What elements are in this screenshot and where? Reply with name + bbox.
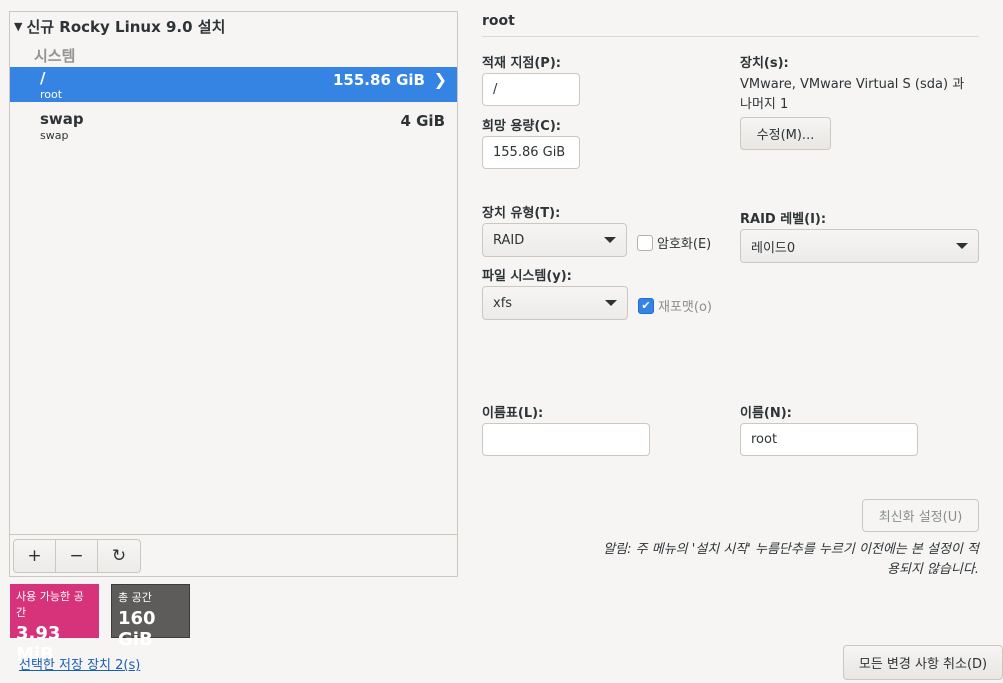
capacity-input[interactable]: 155.86 GiB — [482, 136, 580, 169]
modify-button[interactable]: 수정(M)... — [740, 117, 831, 150]
installation-tree-header[interactable]: ▼ 신규 Rocky Linux 9.0 설치 — [14, 16, 225, 37]
filesystem-select[interactable]: xfs — [482, 286, 628, 320]
reformat-checkbox[interactable]: ✔ 재포맷(o) — [638, 296, 712, 315]
refresh-button[interactable]: ↻ — [98, 540, 140, 572]
update-settings-button[interactable]: 최신화 설정(U) — [862, 499, 979, 532]
dropdown-caret-icon — [605, 300, 617, 306]
devices-value: VMware, VMware Virtual S (sda) 과 나머지 1 — [740, 77, 965, 112]
encrypt-checkbox[interactable]: 암호화(E) — [637, 233, 711, 252]
filesystem-value: xfs — [493, 295, 513, 311]
raid-level-label: RAID 레벨(I): — [740, 212, 827, 227]
total-space-tile: 총 공간 160 GiB — [111, 584, 190, 650]
device-type-value: RAID — [493, 232, 525, 248]
available-space-tile: 사용 가능한 공간 3.93 MiB — [10, 584, 99, 665]
total-space-label: 총 공간 — [118, 591, 152, 604]
label-input[interactable] — [482, 423, 650, 456]
apply-note: 알림: 주 메뉴의 '설치 시작' 누름단추를 누르기 이전에는 본 설정이 적… — [603, 542, 979, 577]
minus-icon: − — [69, 546, 84, 566]
mount-toolbar: + − ↻ — [10, 534, 457, 576]
plus-icon: + — [27, 546, 42, 566]
capacity-label: 희망 용량(C): — [482, 119, 561, 134]
mount-point-input[interactable]: / — [482, 73, 580, 106]
mount-subtitle: swap — [40, 129, 69, 142]
filesystem-label: 파일 시스템(y): — [482, 269, 572, 284]
dropdown-caret-icon — [956, 243, 968, 249]
remove-mount-button[interactable]: − — [56, 540, 98, 572]
tool-button-group: + − ↻ — [13, 539, 141, 573]
selected-storage-link[interactable]: 선택한 저장 장치 2(s) — [19, 654, 140, 673]
mount-subtitle: root — [40, 88, 63, 101]
mount-point-panel: ▼ 신규 Rocky Linux 9.0 설치 시스템 / root 155.8… — [9, 11, 458, 577]
raid-level-value: 레이드0 — [751, 240, 796, 256]
raid-level-select[interactable]: 레이드0 — [740, 229, 979, 263]
checkmark-icon: ✔ — [638, 297, 654, 314]
installation-title: 신규 Rocky Linux 9.0 설치 — [26, 18, 226, 36]
device-type-label: 장치 유형(T): — [482, 206, 561, 221]
devices-label: 장치(s): — [740, 56, 789, 71]
mount-size: 4 GiB — [400, 112, 445, 130]
mount-name: swap — [40, 110, 84, 128]
checkbox-icon — [637, 234, 653, 251]
name-input[interactable]: root — [740, 423, 918, 456]
mount-size: 155.86 GiB — [333, 71, 425, 89]
mount-row-swap[interactable]: swap swap 4 GiB — [10, 108, 457, 143]
collapse-triangle-icon[interactable]: ▼ — [14, 20, 22, 33]
dropdown-caret-icon — [604, 237, 616, 243]
label-field-label: 이름표(L): — [482, 406, 544, 421]
refresh-icon: ↻ — [111, 546, 127, 566]
title-divider — [482, 36, 979, 37]
reformat-label: 재포맷(o) — [658, 300, 712, 315]
encrypt-label: 암호화(E) — [657, 237, 712, 252]
name-field-label: 이름(N): — [740, 406, 792, 421]
section-system: 시스템 — [34, 47, 76, 65]
mount-point-label: 적재 지점(P): — [482, 56, 561, 71]
total-space-value: 160 GiB — [118, 608, 156, 650]
mount-row-root[interactable]: / root 155.86 GiB ❯ — [10, 67, 457, 102]
detail-title: root — [482, 13, 515, 29]
available-space-label: 사용 가능한 공간 — [16, 590, 84, 619]
add-mount-button[interactable]: + — [14, 540, 56, 572]
reset-all-button[interactable]: 모든 변경 사항 취소(D) — [843, 645, 1003, 680]
device-type-select[interactable]: RAID — [482, 223, 627, 257]
chevron-right-icon: ❯ — [433, 70, 447, 89]
mount-name: / — [40, 69, 46, 87]
